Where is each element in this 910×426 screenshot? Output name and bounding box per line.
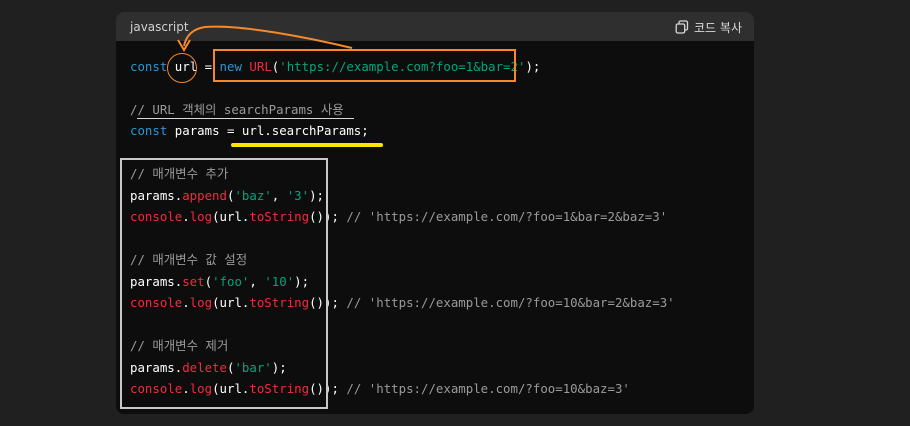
code-line: const params = url.searchParams;	[130, 123, 369, 139]
comment-underline-annotation	[137, 118, 354, 119]
code-comment: // 'https://example.com/?foo=10&baz=3'	[346, 381, 630, 396]
code-comment: // 'https://example.com/?foo=1&bar=2&baz…	[346, 209, 668, 224]
code-token: const	[130, 123, 168, 138]
params-methods-highlight-box	[120, 158, 328, 409]
copy-icon	[675, 20, 689, 34]
search-params-underline	[231, 143, 383, 147]
code-header: javascript 코드 복사	[116, 12, 754, 41]
language-label: javascript	[130, 20, 189, 34]
url-variable-circle	[167, 53, 197, 83]
code-token: );	[525, 59, 541, 74]
copy-code-button[interactable]: 코드 복사	[675, 18, 742, 36]
url-constructor-highlight-box	[213, 49, 516, 82]
code-token: params = url.searchParams;	[167, 123, 369, 138]
code-line: // URL 객체의 searchParams 사용	[130, 102, 344, 118]
code-token: const	[130, 59, 168, 74]
code-comment: // 'https://example.com/?foo=10&bar=2&ba…	[346, 295, 675, 310]
code-comment: // URL 객체의 searchParams 사용	[130, 102, 344, 117]
copy-code-label: 코드 복사	[694, 20, 742, 35]
